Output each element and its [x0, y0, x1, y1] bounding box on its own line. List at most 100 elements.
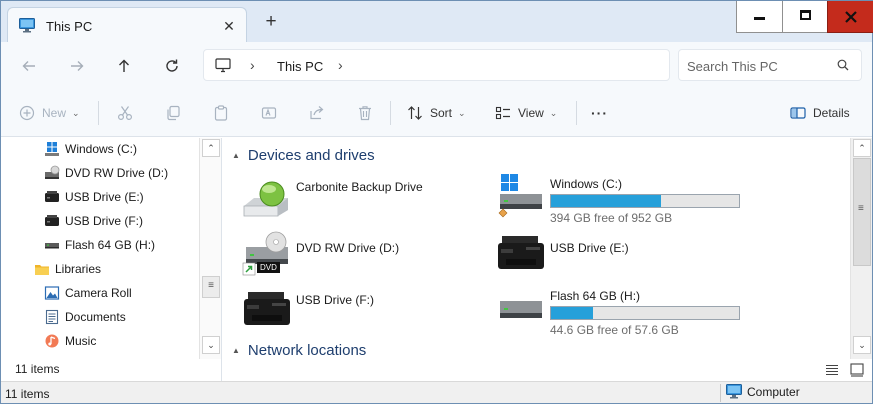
- sort-icon: [408, 106, 422, 120]
- chevron-down-icon: ⌄: [458, 107, 466, 118]
- navigation-pane: Windows (C:) DVD RW Drive (D:) USB Drive…: [1, 138, 222, 381]
- computer-icon: [726, 384, 742, 399]
- rename-icon: [261, 107, 277, 119]
- sidebar-item-flash-h[interactable]: Flash 64 GB (H:): [44, 234, 155, 256]
- trash-icon: [359, 106, 371, 121]
- monitor-icon: [19, 18, 35, 36]
- dvd-drive-icon: [44, 165, 60, 181]
- details-button[interactable]: Details: [790, 101, 850, 125]
- large-icons-view-toggle[interactable]: [849, 362, 865, 378]
- breadcrumb-chevron-icon[interactable]: ›: [250, 57, 255, 73]
- copy-icon: [167, 105, 180, 121]
- sort-button[interactable]: Sort ⌄: [407, 101, 466, 125]
- scroll-thumb[interactable]: ≡: [853, 158, 871, 266]
- sidebar-item-dvd-d[interactable]: DVD RW Drive (D:): [44, 162, 168, 184]
- scroll-up-arrow[interactable]: ⌃: [853, 139, 871, 157]
- clipboard-icon: [214, 105, 228, 121]
- paste-button[interactable]: [213, 101, 229, 125]
- drive-name: Windows (C:): [550, 177, 623, 191]
- delete-button[interactable]: [357, 101, 373, 125]
- documents-icon: [44, 309, 60, 325]
- view-list-icon: [495, 106, 510, 120]
- search-icon[interactable]: [837, 59, 849, 74]
- drive-name: Flash 64 GB (H:): [550, 289, 641, 303]
- address-bar[interactable]: › This PC ›: [203, 49, 670, 81]
- drive-windows-c[interactable]: Windows (C:) 394 GB free of 952 GB: [496, 173, 756, 225]
- sidebar-item-usb-f[interactable]: USB Drive (F:): [44, 210, 143, 232]
- sidebar-item-label: Windows (C:): [65, 142, 138, 156]
- arrow-right-icon: [71, 61, 84, 71]
- copy-button[interactable]: [165, 101, 181, 125]
- scroll-up-arrow[interactable]: ⌃: [202, 139, 220, 157]
- refresh-button[interactable]: [159, 53, 185, 79]
- minimize-button[interactable]: [736, 1, 782, 33]
- printer-drive-icon: [44, 189, 60, 205]
- share-button[interactable]: [309, 101, 325, 125]
- drive-flash-h[interactable]: Flash 64 GB (H:) 44.6 GB free of 57.6 GB: [496, 285, 756, 337]
- breadcrumb-this-pc[interactable]: This PC: [277, 59, 323, 74]
- back-button[interactable]: [16, 53, 42, 79]
- group-header-devices[interactable]: ▲ Devices and drives: [232, 147, 375, 164]
- drive-usb-f[interactable]: USB Drive (F:): [242, 287, 462, 339]
- rename-button[interactable]: [261, 101, 277, 125]
- sidebar-item-label: Music: [65, 334, 97, 348]
- drive-carbonite-backup[interactable]: Carbonite Backup Drive: [242, 176, 462, 228]
- divider: [390, 101, 391, 125]
- drive-name: USB Drive (F:): [296, 293, 374, 307]
- drive-dvd-d[interactable]: DVD DVD RW Drive (D:): [242, 231, 462, 283]
- chevron-down-icon: ⌄: [72, 107, 80, 118]
- sidebar-item-usb-e[interactable]: USB Drive (E:): [44, 186, 144, 208]
- sidebar-item-label: Camera Roll: [65, 286, 132, 300]
- divider: [576, 101, 577, 125]
- sidebar-scrollbar[interactable]: ⌃ ≡ ⌄: [199, 138, 221, 359]
- maximize-button[interactable]: [782, 1, 828, 33]
- close-tab-icon[interactable]: ✕: [219, 16, 239, 36]
- tab-this-pc[interactable]: This PC ✕: [7, 7, 247, 42]
- details-view-toggle[interactable]: [824, 362, 840, 378]
- sidebar-item-documents[interactable]: Documents: [44, 306, 126, 328]
- cut-button[interactable]: [117, 101, 133, 125]
- content-scrollbar[interactable]: ⌃ ≡ ⌄: [850, 138, 872, 359]
- more-options-button[interactable]: ···: [591, 101, 608, 125]
- drive-name: USB Drive (E:): [550, 241, 629, 255]
- view-button[interactable]: View ⌄: [495, 101, 557, 125]
- scroll-down-arrow[interactable]: ⌄: [853, 336, 871, 354]
- dvd-badge: DVD: [257, 262, 280, 273]
- drive-usb-e[interactable]: USB Drive (E:): [496, 231, 716, 283]
- scroll-thumb[interactable]: ≡: [202, 276, 220, 298]
- capacity-bar: [550, 194, 740, 208]
- search-box[interactable]: [678, 49, 862, 81]
- new-tab-button[interactable]: +: [260, 12, 282, 34]
- file-explorer-window: This PC ✕ + › This PC › Search This PC N…: [0, 0, 873, 404]
- search-input[interactable]: [687, 56, 827, 76]
- forward-button[interactable]: [64, 53, 90, 79]
- sidebar-item-windows-c[interactable]: Windows (C:): [44, 138, 137, 160]
- tab-title: This PC: [46, 19, 93, 34]
- file-view: ▲ Devices and drives Carbonite Backup Dr…: [222, 138, 872, 381]
- breadcrumb-chevron-icon[interactable]: ›: [338, 57, 343, 73]
- sidebar-item-label: Libraries: [55, 262, 102, 276]
- new-button[interactable]: New ⌄: [19, 101, 80, 125]
- group-title: Devices and drives: [247, 147, 375, 164]
- divider: [98, 101, 99, 125]
- scroll-down-arrow[interactable]: ⌄: [202, 336, 220, 354]
- collapse-triangle-icon: ▲: [232, 346, 240, 355]
- printer-drive-icon: [44, 213, 60, 229]
- sidebar-item-libraries[interactable]: Libraries: [34, 258, 101, 280]
- group-header-network[interactable]: ▲ Network locations: [232, 342, 366, 359]
- flash-drive-icon: [44, 237, 60, 253]
- item-count: 11 items: [15, 362, 60, 376]
- sidebar-item-camera-roll[interactable]: Camera Roll: [44, 282, 132, 304]
- up-button[interactable]: [111, 53, 137, 79]
- group-title: Network locations: [247, 342, 367, 359]
- camera-roll-icon: [44, 285, 60, 301]
- windows-drive-icon: [44, 141, 60, 157]
- capacity-bar: [550, 306, 740, 320]
- sidebar-item-label: Documents: [65, 310, 126, 324]
- sidebar-item-label: DVD RW Drive (D:): [65, 166, 169, 180]
- sidebar-item-music[interactable]: Music: [44, 330, 96, 352]
- arrow-up-icon: [119, 59, 129, 72]
- plus-circle-icon: [19, 105, 35, 121]
- chevron-down-icon: ⌄: [549, 107, 558, 118]
- close-window-button[interactable]: [827, 1, 873, 33]
